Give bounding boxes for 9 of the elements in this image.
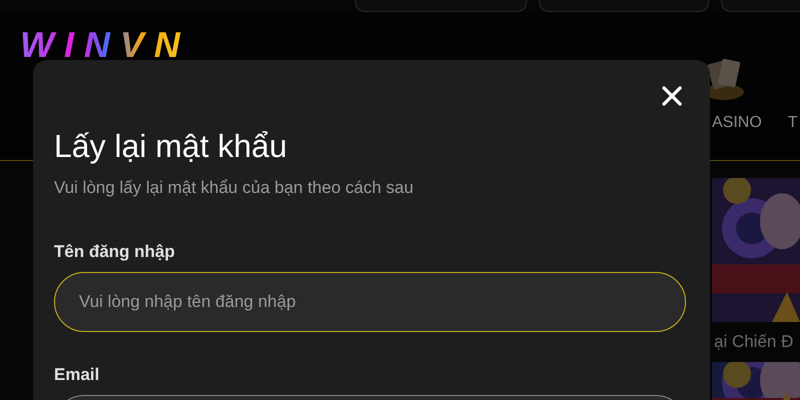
logo[interactable]: WINVN bbox=[16, 26, 186, 59]
field-label: Email bbox=[54, 364, 100, 386]
modal-title: Lấy lại mật khẩu bbox=[54, 127, 288, 166]
nav-link[interactable]: T bbox=[788, 114, 798, 132]
game-title: ại Chiến Đ bbox=[714, 332, 794, 352]
nav-link[interactable]: ASINO bbox=[712, 114, 762, 132]
field-label: Tên đăng nhập bbox=[54, 241, 176, 263]
modal-subtitle: Vui lòng lấy lại mật khẩu của bạn theo cách sau bbox=[54, 177, 414, 199]
input-field[interactable]: Vui lòng nhập tên đăng nhập bbox=[54, 272, 686, 332]
